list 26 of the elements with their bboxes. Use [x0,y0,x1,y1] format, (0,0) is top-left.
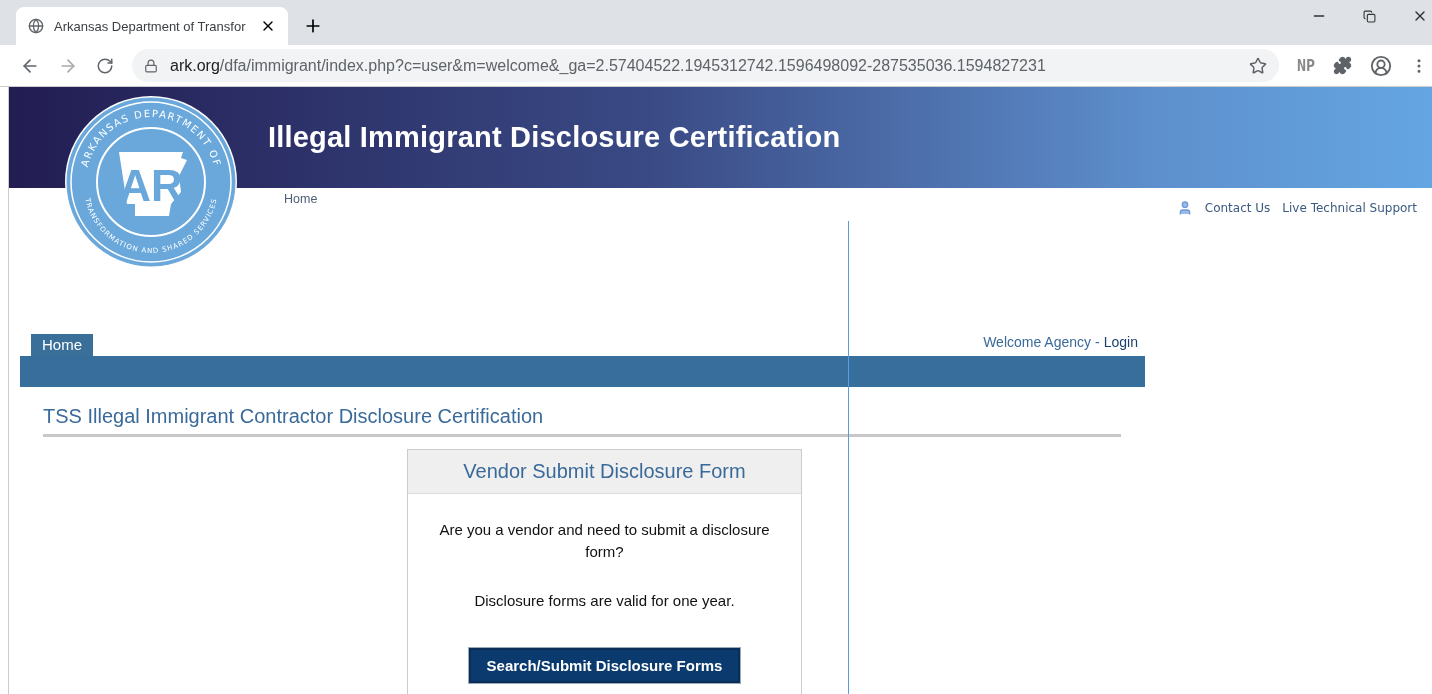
welcome-text: Welcome Agency [983,334,1092,350]
validity-note: Disclosure forms are valid for one year. [474,591,735,611]
site-title: Illegal Immigrant Disclosure Certification [268,121,841,154]
profile-icon[interactable] [1370,54,1392,77]
question-text: Are you a vendor and need to submit a disclosure form? [438,520,771,562]
page-heading: TSS Illegal Immigrant Contractor Disclosure Certification [43,405,1121,437]
puzzle-icon[interactable] [1333,56,1352,75]
contact-link[interactable]: Contact Us [1204,201,1271,215]
separator-text: - [1095,334,1100,350]
search-submit-button[interactable]: Search/Submit Disclosure Forms [468,648,741,683]
globe-icon [28,18,44,34]
restore-icon[interactable] [1363,9,1376,23]
url-path: /dfa/immigrant/index.php?c=user&m=welcome&_ga=2.57404522.1945312742.1596498092-287535036.1594827231 [219,56,1046,74]
tab-title: Arkansas Department of Transfor [54,18,247,34]
star-icon[interactable] [1248,56,1267,75]
reload-icon[interactable] [96,56,114,75]
login-link[interactable]: Login [1103,334,1138,350]
extension-label[interactable]: NP [1296,56,1315,75]
browser-tab[interactable]: Arkansas Department of Transfor [16,7,288,45]
support-link[interactable]: Live Technical Support [1282,201,1417,215]
lock-icon [144,58,158,73]
url-domain: ark.org [170,56,220,74]
home-link[interactable]: Home [284,192,318,206]
address-bar[interactable]: ark.org/dfa/immigrant/index.php?c=user&m=welcome&_ga=2.57404522.1945312742.1596498092-287535036.1594827231 [132,49,1279,82]
nav-tab[interactable]: Home [31,334,93,356]
card-title: Vendor Submit Disclosure Form [463,460,746,483]
